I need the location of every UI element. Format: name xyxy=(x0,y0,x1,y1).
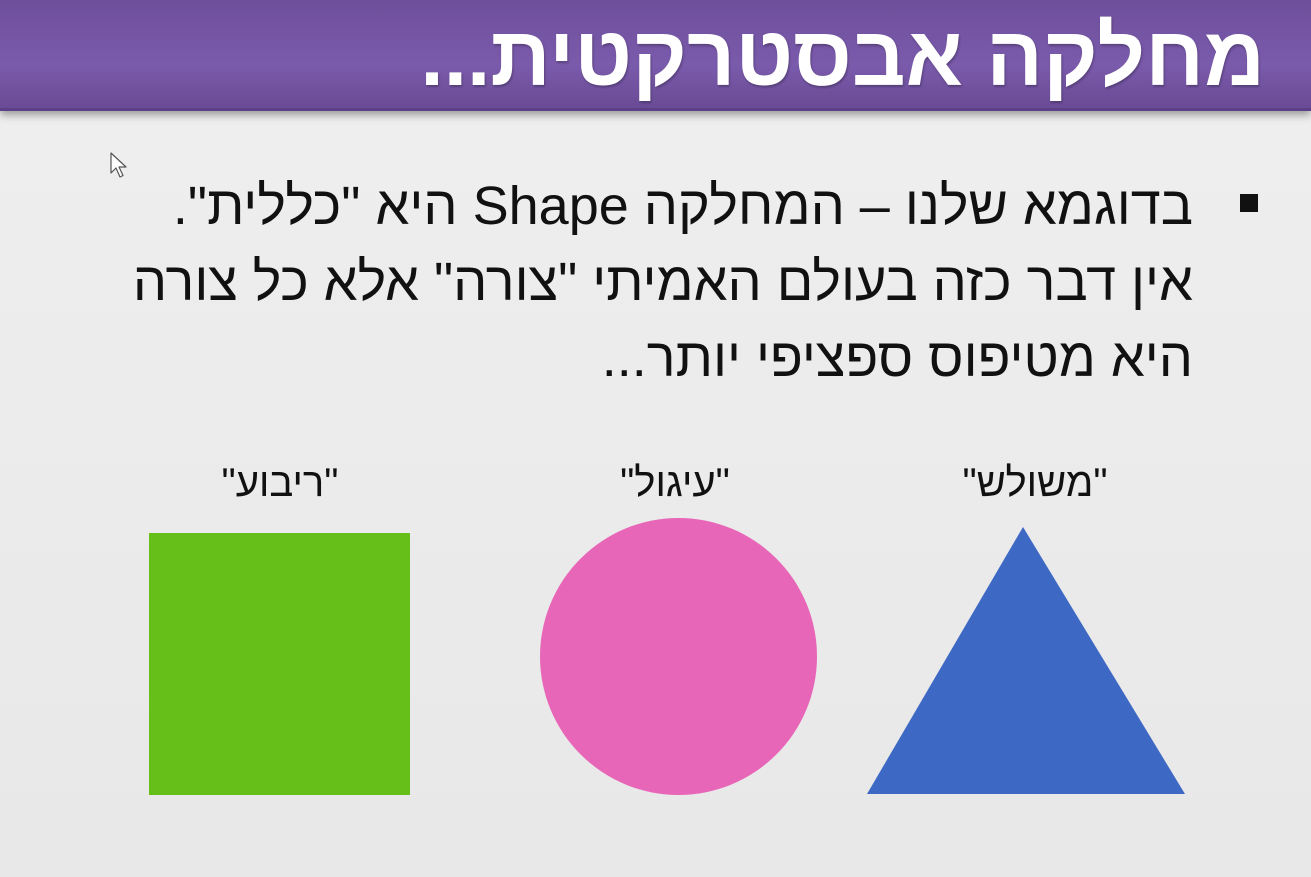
bullet-line-3: היא מטיפוס ספציפי יותר... xyxy=(601,328,1193,388)
triangle-label: "משולש" xyxy=(962,461,1108,505)
slide: מחלקה אבסטרקטית... בדוגמא שלנו – המחלקה … xyxy=(0,0,1311,877)
bullet-line-2: אין דבר כזה בעולם האמיתי "צורה" אלא כל צ… xyxy=(132,252,1193,312)
triangle-polygon xyxy=(867,527,1185,794)
square-label: "ריבוע" xyxy=(221,461,339,505)
square-shape-icon xyxy=(149,533,410,795)
title-bar: מחלקה אבסטרקטית... xyxy=(0,0,1311,111)
circle-shape-icon xyxy=(540,518,817,795)
slide-title: מחלקה אבסטרקטית... xyxy=(420,9,1265,103)
bullet-line-1: בדוגמא שלנו – המחלקה Shape היא "כללית". xyxy=(172,176,1193,236)
bullet-text: בדוגמא שלנו – המחלקה Shape היא "כללית". … xyxy=(3,168,1193,396)
bullet-marker-icon xyxy=(1240,194,1258,212)
circle-label: "עיגול" xyxy=(620,461,730,505)
triangle-shape-icon xyxy=(867,527,1185,794)
